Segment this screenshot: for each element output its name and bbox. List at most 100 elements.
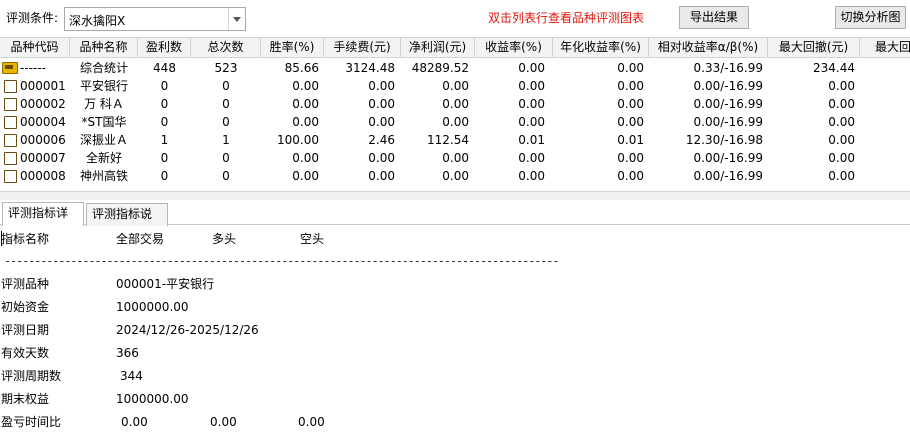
detail-row: 有效天数 366 xyxy=(0,343,900,363)
cell-name: 神州高铁 xyxy=(79,169,128,183)
column-header[interactable]: 净利润(元) xyxy=(401,38,475,58)
cell-ret: 0.00 xyxy=(518,151,545,165)
cell-name: 万 科Ａ xyxy=(84,97,124,111)
folder-icon xyxy=(2,62,18,74)
column-header[interactable]: 相对收益率α/β(%) xyxy=(649,38,768,58)
cell-rate: 0.00 xyxy=(292,79,319,93)
column-header[interactable]: 品种代码 xyxy=(0,38,70,58)
cell-ret: 0.00 xyxy=(518,61,545,75)
cell-total: 0 xyxy=(222,79,230,93)
cell-code: 000004 xyxy=(20,115,66,129)
condition-label: 评测条件: xyxy=(6,11,59,25)
cell-win: 0 xyxy=(160,79,169,93)
table-row[interactable]: 000001 平安银行 0 0 0.00 0.00 0.00 0.00 0.00 0.00/-16… xyxy=(0,77,910,95)
document-icon xyxy=(4,170,17,183)
cell-dd: 234.44 xyxy=(813,61,855,75)
column-header[interactable]: 手续费(元) xyxy=(324,38,401,58)
switch-chart-button[interactable]: 切换分析图 xyxy=(835,6,906,29)
tab-explanation[interactable]: 评测指标说明 xyxy=(86,203,168,242)
document-icon xyxy=(4,98,17,111)
document-icon xyxy=(4,80,17,93)
cell-total: 0 xyxy=(222,151,230,165)
detail-value-v1: 344 xyxy=(120,369,143,383)
column-header[interactable]: 品种名称 xyxy=(70,38,138,58)
cell-ret: 0.01 xyxy=(518,133,545,147)
cell-total: 0 xyxy=(222,97,230,111)
table-row[interactable]: 000002 万 科Ａ 0 0 0.00 0.00 0.00 0.00 0.00 0.00/-16… xyxy=(0,95,910,113)
column-header[interactable]: 盈利数 xyxy=(138,38,191,58)
column-header[interactable]: 年化收益率(%) xyxy=(553,38,649,58)
cell-code: 000007 xyxy=(20,151,66,165)
cell-dd: 0.00 xyxy=(828,151,855,165)
column-header[interactable]: 总次数 xyxy=(191,38,261,58)
table-row[interactable]: 000004 *ST国华 0 0 0.00 0.00 0.00 0.00 0.00 0.00/-1… xyxy=(0,113,910,131)
detail-row: 盈亏时间比 0.00 0.00 0.00 xyxy=(0,412,900,432)
detail-label: 期末权益 xyxy=(1,392,50,406)
cell-code: 000002 xyxy=(20,97,66,111)
detail-row: 初始资金 1000000.00 xyxy=(0,297,900,317)
detail-header-long: 多头 xyxy=(212,232,237,246)
chevron-down-icon[interactable] xyxy=(228,8,245,30)
detail-tabs: 评测指标详情 评测指标说明 xyxy=(0,200,910,242)
cell-annual: 0.00 xyxy=(617,61,644,75)
detail-value-v1: 0.00 xyxy=(121,415,148,429)
panel-splitter[interactable] xyxy=(0,191,910,200)
cell-win: 0 xyxy=(160,115,169,129)
column-header[interactable]: 胜率(%) xyxy=(261,38,324,58)
column-header[interactable]: 收益率(%) xyxy=(475,38,553,58)
condition-select-value: 深水擒阳X xyxy=(69,14,126,28)
cell-dd: 0.00 xyxy=(828,115,855,129)
detail-label: 评测日期 xyxy=(1,323,50,337)
table-row[interactable]: 000007 全新好 0 0 0.00 0.00 0.00 0.00 0.00 0.00/-16.… xyxy=(0,149,910,167)
table-row[interactable]: 000006 深振业Ａ 1 1 100.00 2.46 112.54 0.01 0.01 12.3… xyxy=(0,131,910,149)
results-table: 品种代码 品种名称 盈利数 总次数 胜率(%) 手续费(元) 净利润(元) 收益… xyxy=(0,37,910,191)
column-header[interactable]: 最大回撤(元) xyxy=(768,38,860,58)
detail-row: 期末权益 1000000.00 xyxy=(0,389,900,409)
cell-profit: 0.00 xyxy=(442,169,469,183)
condition-select[interactable]: 深水擒阳X xyxy=(64,7,246,31)
cell-profit: 112.54 xyxy=(427,133,469,147)
cell-rel: 0.33/-16.99 xyxy=(693,61,763,75)
tab-detail[interactable]: 评测指标详情 xyxy=(2,202,84,241)
table-row[interactable]: 000008 神州高铁 0 0 0.00 0.00 0.00 0.00 0.00 0.00/-16… xyxy=(0,167,910,185)
cell-rate: 0.00 xyxy=(292,115,319,129)
cell-name: 平安银行 xyxy=(79,79,128,93)
cell-profit: 0.00 xyxy=(442,151,469,165)
cell-rate: 0.00 xyxy=(292,97,319,111)
cell-rate: 0.00 xyxy=(292,169,319,183)
cell-total: 1 xyxy=(222,133,230,147)
cell-rel: 0.00/-16.99 xyxy=(693,151,763,165)
cell-win: 1 xyxy=(160,133,169,147)
document-icon xyxy=(4,152,17,165)
column-header[interactable]: 最大回 xyxy=(860,38,910,58)
cell-ret: 0.00 xyxy=(518,79,545,93)
cell-name: 综合统计 xyxy=(79,61,128,75)
toolbar: 评测条件: 深水擒阳X 双击列表行查看品种评测图表 导出结果 切换分析图 xyxy=(0,0,910,37)
cell-profit: 48289.52 xyxy=(411,61,469,75)
cell-fee: 0.00 xyxy=(368,169,395,183)
cell-win: 0 xyxy=(160,151,169,165)
cell-code: 000008 xyxy=(20,169,66,183)
cell-rel: 0.00/-16.99 xyxy=(693,79,763,93)
cell-name: *ST国华 xyxy=(81,115,127,129)
export-button[interactable]: 导出结果 xyxy=(679,6,749,29)
detail-separator: ----------------------------------------… xyxy=(4,254,559,268)
detail-row: 评测周期数 344 xyxy=(0,366,900,386)
detail-header-name: 指标名称 xyxy=(1,232,50,246)
summary-row[interactable]: ------ 综合统计 448 523 85.66 3124.48 48289.52 0.00… xyxy=(0,59,910,77)
cell-code: 000006 xyxy=(20,133,66,147)
detail-value-v1: 366 xyxy=(116,346,139,360)
double-click-hint: 双击列表行查看品种评测图表 xyxy=(488,11,645,25)
cell-dd: 0.00 xyxy=(828,133,855,147)
detail-row: 评测日期 2024/12/26-2025/12/26 xyxy=(0,320,900,340)
cell-profit: 0.00 xyxy=(442,115,469,129)
detail-panel: 指标名称 全部交易 多头 空头 ------------------------… xyxy=(0,226,910,434)
detail-value-v1: 1000000.00 xyxy=(116,392,189,406)
cell-annual: 0.00 xyxy=(617,79,644,93)
cell-dd: 0.00 xyxy=(828,169,855,183)
detail-header-row: 指标名称 全部交易 多头 空头 xyxy=(0,229,900,249)
cell-name: 全新好 xyxy=(85,151,122,165)
cell-dd: 0.00 xyxy=(828,97,855,111)
cell-total: 0 xyxy=(222,115,230,129)
detail-value-v2: 0.00 xyxy=(210,415,237,429)
